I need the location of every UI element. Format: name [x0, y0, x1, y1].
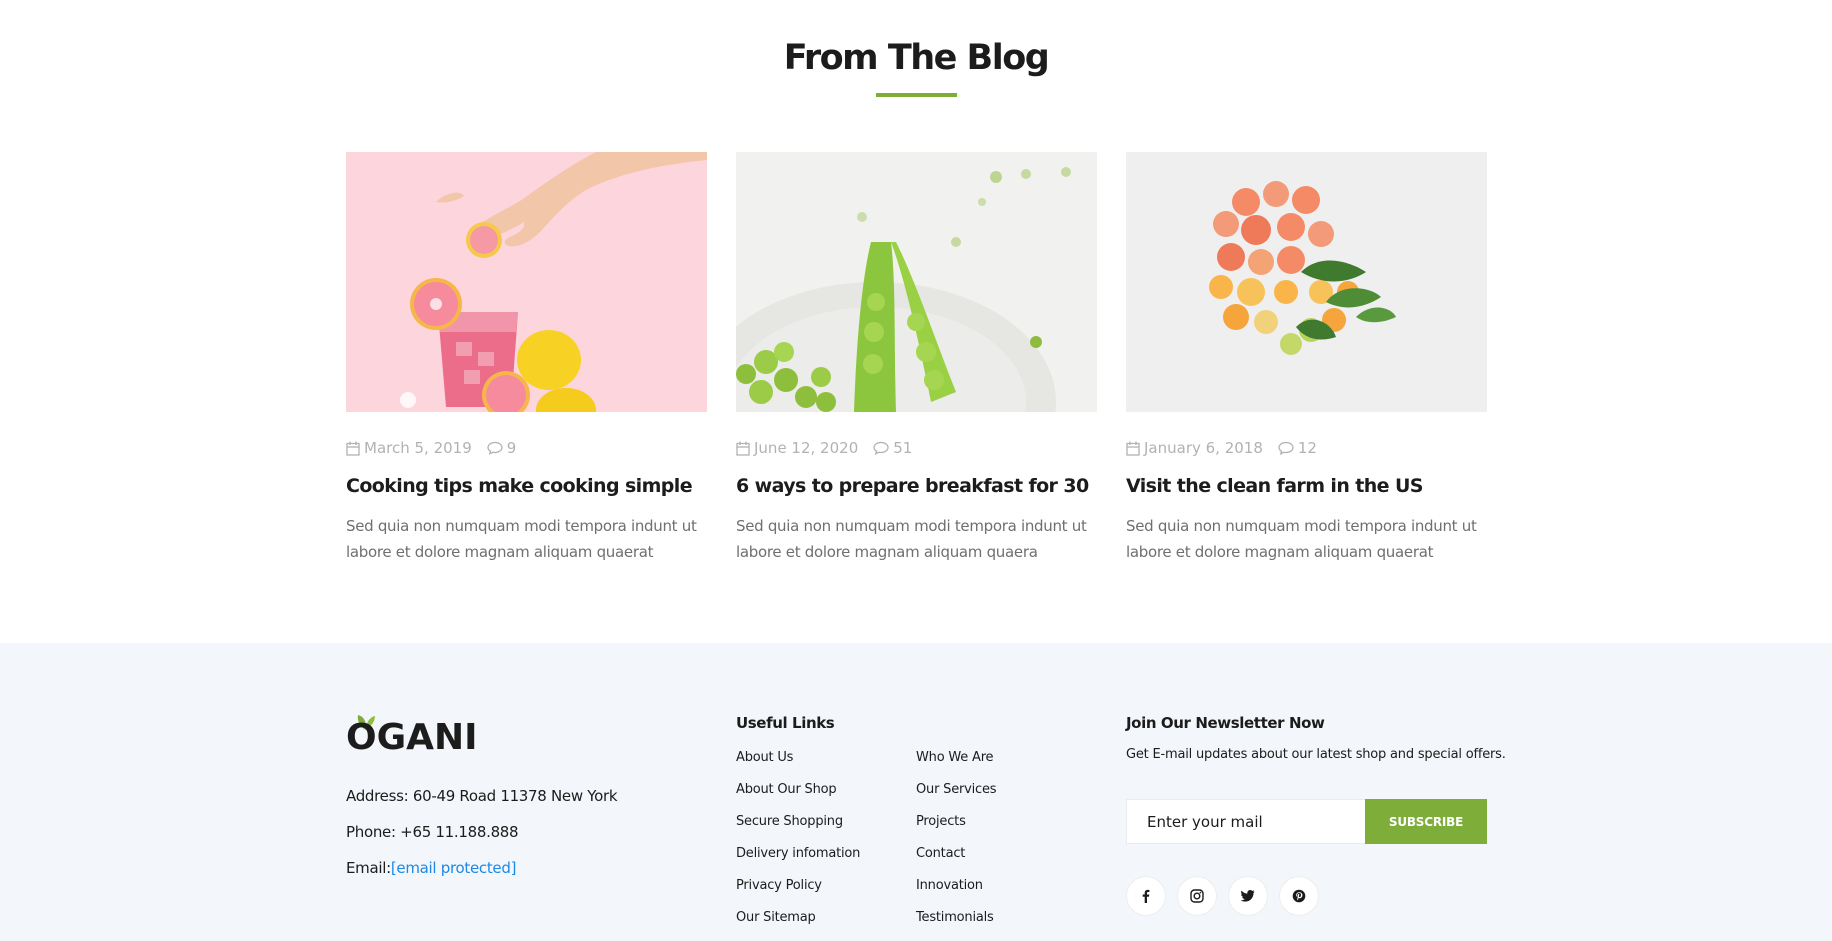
newsletter-heading: Join Our Newsletter Now: [1126, 714, 1325, 732]
facebook-icon[interactable]: [1126, 876, 1166, 916]
post-date-text: January 6, 2018: [1144, 439, 1263, 457]
post-title[interactable]: Cooking tips make cooking simple: [346, 475, 746, 497]
post-title[interactable]: 6 ways to prepare breakfast for 30: [736, 475, 1136, 497]
blog-card[interactable]: March 5, 2019 9 Cooking tips make cookin…: [346, 152, 707, 561]
calendar-icon: [1126, 441, 1140, 456]
logo-text: OGANI: [346, 717, 478, 758]
footer-link[interactable]: Secure Shopping: [736, 814, 860, 846]
post-comments-count: 12: [1297, 439, 1317, 457]
footer-link[interactable]: Delivery infomation: [736, 846, 860, 878]
footer-email: Email:[email protected]: [346, 859, 516, 877]
section-title: From The Blog: [783, 38, 1050, 78]
post-excerpt: Sed quia non numquam modi tempora indunt…: [736, 517, 1087, 561]
post-date: June 12, 2020: [736, 439, 858, 457]
post-meta: January 6, 2018 12: [1126, 439, 1332, 457]
footer-link[interactable]: Contact: [916, 846, 996, 878]
post-date-text: June 12, 2020: [754, 439, 859, 457]
subscribe-button[interactable]: SUBSCRIBE: [1365, 799, 1487, 844]
newsletter-text: Get E-mail updates about our latest shop…: [1126, 747, 1506, 762]
post-excerpt: Sed quia non numquam modi tempora indunt…: [346, 517, 697, 561]
subscribe-form: SUBSCRIBE: [1126, 799, 1487, 844]
pinterest-icon[interactable]: [1279, 876, 1319, 916]
blog-card[interactable]: June 12, 2020 51 6 ways to prepare break…: [736, 152, 1097, 561]
comment-icon: [1278, 441, 1294, 455]
useful-links-col1: About Us About Our Shop Secure Shopping …: [736, 750, 860, 941]
comment-icon: [487, 441, 503, 455]
footer-link[interactable]: Our Services: [916, 782, 997, 814]
post-meta: March 5, 2019 9: [346, 439, 531, 457]
footer-link[interactable]: About Us: [736, 750, 860, 782]
post-excerpt: Sed quia non numquam modi tempora indunt…: [1126, 517, 1477, 561]
page: From The Blog March 5, 2019 9 Cooking ti…: [0, 0, 1832, 941]
blog-image[interactable]: [736, 152, 1097, 412]
email-label: Email:: [346, 859, 391, 877]
footer-address: Address: 60-49 Road 11378 New York: [346, 787, 618, 805]
twitter-icon[interactable]: [1228, 876, 1268, 916]
footer-link[interactable]: Our Sitemap: [736, 910, 860, 941]
footer-link[interactable]: Testimonials: [916, 910, 996, 941]
comment-icon: [873, 441, 889, 455]
footer-phone: Phone: +65 11.188.888: [346, 823, 519, 841]
blog-image[interactable]: [346, 152, 707, 412]
title-underline: [876, 93, 957, 97]
calendar-icon: [346, 441, 360, 456]
blog-card[interactable]: January 6, 2018 12 Visit the clean farm …: [1126, 152, 1487, 561]
instagram-icon[interactable]: [1177, 876, 1217, 916]
post-comments: 12: [1278, 439, 1317, 457]
site-logo[interactable]: OGANI: [346, 713, 478, 761]
useful-links-heading: Useful Links: [736, 714, 835, 732]
post-comments-count: 51: [893, 439, 913, 457]
footer-link[interactable]: Projects: [916, 814, 996, 846]
footer-link[interactable]: About Our Shop: [736, 782, 860, 814]
blog-image[interactable]: [1126, 152, 1487, 412]
email-link[interactable]: [email protected]: [391, 859, 517, 877]
email-input[interactable]: [1126, 799, 1365, 844]
footer-link[interactable]: Privacy Policy: [736, 878, 860, 910]
footer-link[interactable]: Who We Are: [916, 750, 996, 782]
calendar-icon: [736, 441, 750, 456]
post-comments: 9: [487, 439, 517, 457]
post-comments: 51: [873, 439, 912, 457]
post-date: March 5, 2019: [346, 439, 472, 457]
post-date: January 6, 2018: [1126, 439, 1263, 457]
post-date-text: March 5, 2019: [364, 439, 472, 457]
post-meta: June 12, 2020 51: [736, 439, 927, 457]
post-comments-count: 9: [506, 439, 517, 457]
post-title[interactable]: Visit the clean farm in the US: [1126, 475, 1526, 497]
social-links: [1126, 876, 1330, 916]
useful-links-col2: Who We Are Our Services Projects Contact…: [916, 750, 997, 941]
footer-link[interactable]: Innovation: [916, 878, 996, 910]
blog-section: From The Blog March 5, 2019 9 Cooking ti…: [0, 0, 1832, 643]
